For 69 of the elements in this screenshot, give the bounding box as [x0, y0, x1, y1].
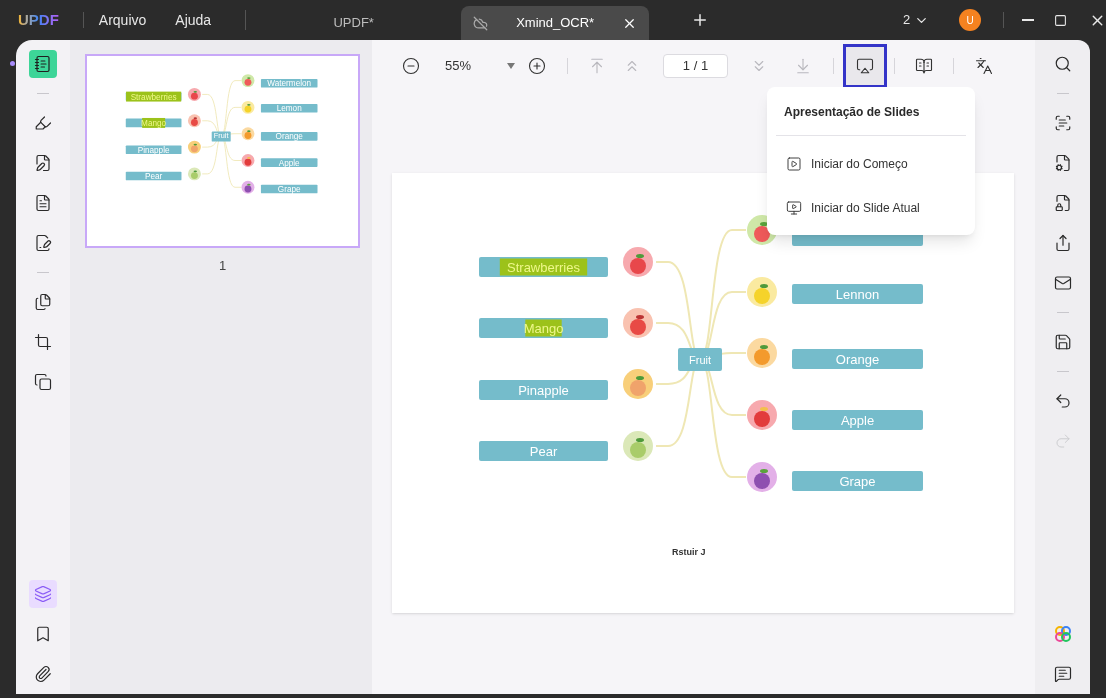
book-icon — [915, 57, 933, 75]
topic-node: Lemon — [260, 103, 318, 114]
ai-assistant-icon — [1053, 625, 1072, 643]
topic-node: Pinapple — [479, 380, 608, 400]
menu-item[interactable]: Ajuda — [175, 9, 212, 31]
stack-icon — [34, 373, 52, 391]
maximize-button[interactable] — [1054, 13, 1067, 27]
center-node: Fruit — [211, 131, 231, 142]
topic-node: Apple — [260, 158, 318, 168]
menu-item[interactable]: Arquivo — [98, 9, 147, 31]
topic-node: Strawberries — [479, 257, 608, 277]
apple-icon — [623, 308, 653, 338]
pages-icon — [34, 293, 52, 311]
zoom-out-button[interactable] — [402, 57, 420, 75]
topic-node: Lennon — [792, 284, 923, 304]
window-count-button[interactable]: 2 — [903, 10, 930, 30]
bookmark-icon — [34, 625, 52, 643]
layers-icon — [34, 585, 52, 603]
menu-item[interactable]: Iniciar do Slide Atual — [786, 199, 966, 217]
center-node: Fruit — [678, 348, 722, 371]
edit-document-icon — [34, 154, 52, 172]
citrus-icon — [241, 127, 255, 141]
topic-node: Watermelon — [260, 78, 318, 89]
crop-icon — [34, 333, 52, 351]
comment-icon — [1053, 665, 1072, 683]
topic-node: Grape — [260, 184, 318, 194]
topic-node: Orange — [792, 349, 923, 369]
topic-node: Apple — [792, 410, 923, 430]
form-icon — [34, 194, 52, 212]
zoom-in-button[interactable] — [528, 57, 546, 75]
reading-mode-button[interactable] — [915, 57, 933, 75]
highlighter-icon — [34, 114, 52, 132]
apple-icon — [747, 400, 777, 430]
maximize-icon — [1054, 13, 1067, 27]
slideshow-icon — [856, 57, 874, 75]
reader-icon — [34, 55, 52, 73]
zoom-in-icon — [528, 57, 546, 75]
page-number: 1 — [218, 257, 227, 275]
document-tab[interactable]: UPDF* — [246, 6, 462, 40]
reader-button[interactable] — [29, 50, 57, 78]
menu-title: Apresentação de Slides — [784, 104, 921, 121]
document-tab[interactable]: Xmind_OCR* — [461, 6, 650, 40]
cloud-off-icon — [473, 15, 489, 31]
paperclip-icon — [34, 665, 52, 683]
translate-button[interactable] — [975, 57, 993, 75]
last-page-icon — [794, 57, 812, 75]
play-icon — [786, 200, 802, 216]
page-field[interactable]: 1 / 1 — [663, 54, 728, 78]
apple-icon — [187, 114, 201, 128]
first-page-icon — [588, 57, 606, 75]
apple-icon — [241, 154, 255, 167]
caret-icon — [507, 63, 515, 69]
minimize-icon — [1022, 19, 1034, 21]
citrus-icon — [747, 338, 777, 368]
slideshow-button[interactable] — [843, 44, 887, 88]
zoom-select[interactable]: 55% — [445, 56, 515, 76]
layers-button[interactable] — [29, 580, 57, 608]
topic-node: Pear — [479, 441, 608, 461]
topic-node: Pear — [125, 171, 182, 181]
topic-node: Pinapple — [125, 145, 182, 155]
menu-item[interactable]: Iniciar do Começo — [786, 155, 966, 173]
topic-node: Grape — [792, 471, 923, 491]
topic-node: Strawberries — [125, 91, 182, 102]
play-icon — [786, 156, 802, 172]
zoom-out-icon — [402, 57, 420, 75]
sign-document-icon — [34, 234, 52, 252]
topic-node: Orange — [260, 132, 318, 142]
figure-caption: Rstuir J — [672, 547, 706, 557]
translate-icon — [975, 57, 993, 75]
